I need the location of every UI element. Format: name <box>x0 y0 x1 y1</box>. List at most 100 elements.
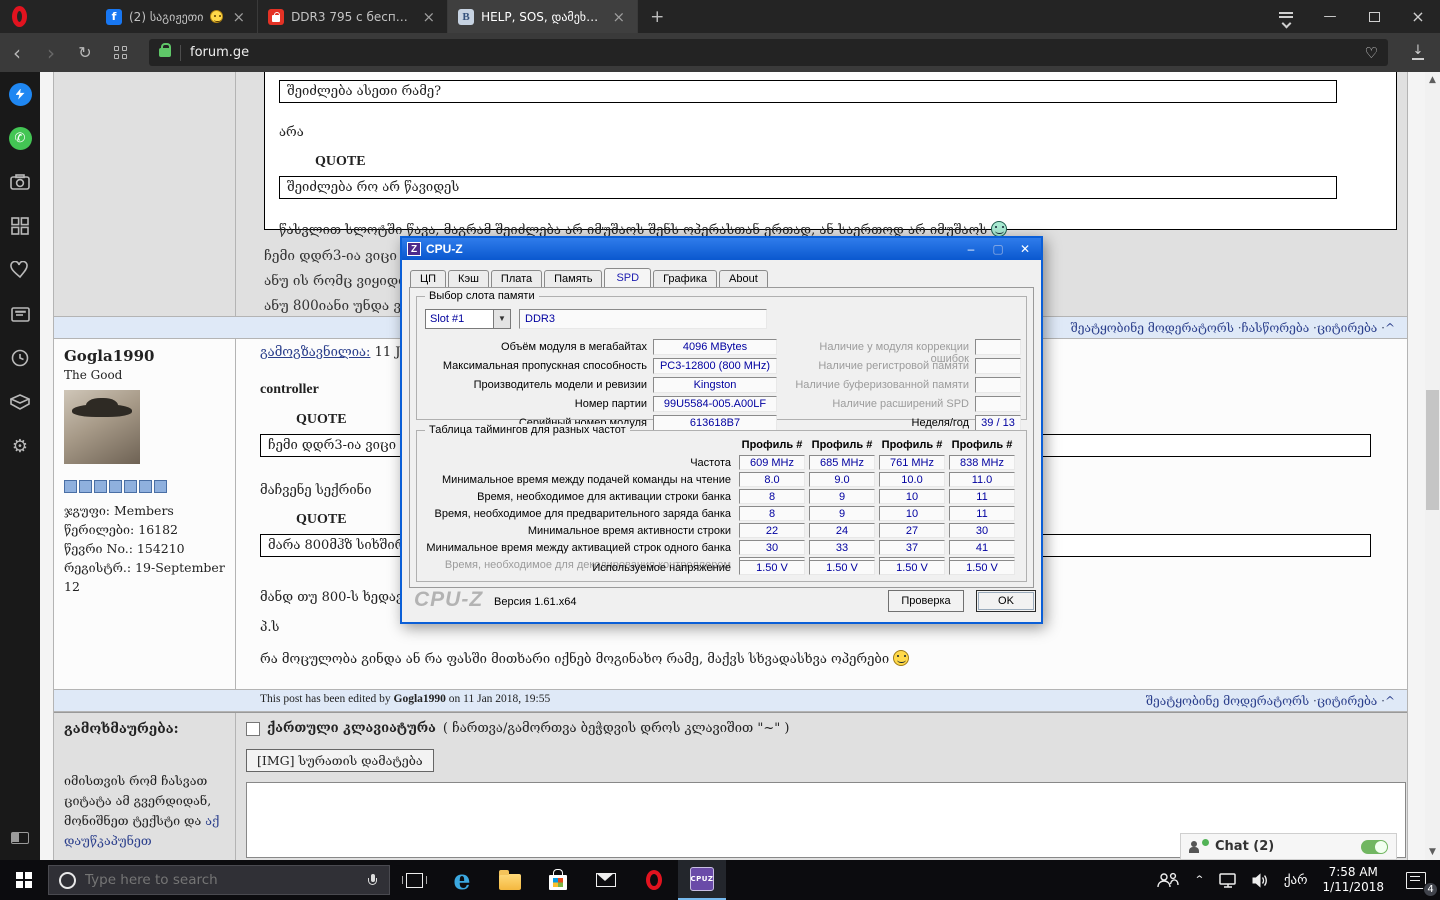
report-moderator-link[interactable]: შეატყობინე მოდერატორს <box>1071 321 1242 335</box>
tab-close-icon[interactable]: × <box>610 8 627 26</box>
memory-slot-select[interactable]: Slot #1 ▼ <box>425 309 511 329</box>
edge-taskbar-icon[interactable]: e <box>438 860 486 900</box>
tab-ddr3-shop[interactable]: DDR3 795 с бесплатной д × <box>258 0 448 33</box>
timing-row-label: Время, необходимое для предварительного … <box>421 508 731 520</box>
window-close-button[interactable]: × <box>1396 0 1440 33</box>
tab-close-icon[interactable]: × <box>420 8 437 26</box>
quote-box: შეიძლება რო არ წავიდეს <box>279 176 1337 199</box>
tab-menu-icon[interactable] <box>1264 0 1308 33</box>
timing-row-label: Минимальное время активности строки <box>421 525 731 537</box>
forward-button[interactable]: › <box>34 43 68 63</box>
window-maximize-button[interactable] <box>1352 0 1396 33</box>
author-member-number: წევრი No.: 154210 <box>64 539 225 558</box>
edit-link[interactable]: ჩასწორება <box>1242 321 1317 335</box>
bookmarks-heart-icon[interactable] <box>0 248 40 292</box>
downloads-icon[interactable]: ↓ <box>1396 46 1440 60</box>
forum-favicon: B <box>458 9 474 25</box>
quote-link[interactable]: ციტირება <box>1317 321 1385 335</box>
cpuz-maximize-button[interactable]: ▢ <box>987 241 1009 257</box>
field-label: Номер партии <box>425 398 647 410</box>
browser-address-bar: ‹ › ↻ forum.ge ♡ ↓ <box>0 33 1440 72</box>
people-tray-icon[interactable] <box>1149 860 1187 900</box>
sidebar-toggle-icon[interactable] <box>11 832 29 844</box>
group-label: Выбор слота памяти <box>425 290 539 302</box>
tab-facebook[interactable]: f (2) საგიჟეთი × <box>96 0 258 33</box>
task-view-button[interactable] <box>390 860 438 900</box>
tab-close-icon[interactable]: × <box>230 8 247 26</box>
language-indicator[interactable]: ქარ <box>1277 860 1315 900</box>
action-center-icon[interactable]: 4 <box>1392 860 1440 900</box>
georgian-keyboard-checkbox[interactable] <box>246 722 260 736</box>
posted-link[interactable]: გამოგზავნილია: <box>260 345 370 360</box>
cpuz-tab-memory[interactable]: Память <box>544 270 602 288</box>
tab-forum-active[interactable]: B HELP, SOS, დამეხმარეთ × <box>448 0 638 33</box>
author-name[interactable]: Gogla1990 <box>64 347 225 365</box>
opera-logo-icon[interactable] <box>12 6 27 27</box>
timing-cell: 11 <box>949 506 1015 521</box>
cpuz-tab-mainboard[interactable]: Плата <box>491 270 542 288</box>
cpuz-tab-graphics[interactable]: Графика <box>653 270 717 288</box>
personal-news-icon[interactable] <box>0 292 40 336</box>
edited-note: This post has been edited by <box>260 693 394 705</box>
page-scrollbar[interactable]: ▲ ▼ <box>1425 72 1440 860</box>
cpuz-tab-cpu[interactable]: ЦП <box>410 270 446 288</box>
cpuz-tab-cache[interactable]: Кэш <box>448 270 489 288</box>
cpuz-tab-spd[interactable]: SPD <box>604 268 651 289</box>
speed-dial-icon[interactable] <box>0 204 40 248</box>
messenger-icon[interactable] <box>0 72 40 116</box>
timing-cell: 11 <box>949 489 1015 504</box>
windows-logo-icon <box>16 872 32 888</box>
speed-dial-icon[interactable] <box>114 46 127 59</box>
cpuz-title-bar[interactable]: Z CPU-Z – ▢ ✕ <box>402 238 1041 260</box>
scroll-up-arrow[interactable]: ▲ <box>1425 72 1440 88</box>
post-text: რა მოცულობა გინდა ან რა ფასში მითხარი იქ… <box>260 652 889 667</box>
search-input[interactable] <box>85 872 359 888</box>
store-taskbar-icon[interactable] <box>534 860 582 900</box>
voltage-cell: 1.50 V <box>949 560 1015 575</box>
chat-person-icon <box>1189 841 1200 853</box>
timing-cell: 9 <box>809 506 875 521</box>
reply-label: გამოხმაურება: <box>64 721 225 737</box>
start-button[interactable] <box>0 860 48 900</box>
dropdown-arrow-icon[interactable]: ▼ <box>493 310 510 328</box>
scrollbar-thumb[interactable] <box>1426 390 1439 510</box>
reload-button[interactable]: ↻ <box>68 43 102 63</box>
tray-time: 7:58 AM <box>1329 865 1378 880</box>
timing-cell: 9.0 <box>809 472 875 487</box>
timing-row-label: Время, необходимое для активации строки … <box>421 491 731 503</box>
show-hidden-icons-chevron[interactable]: ⌃ <box>1187 864 1212 896</box>
new-tab-button[interactable]: + <box>638 0 676 33</box>
field-label-disabled: Наличие буферизованной памяти <box>783 379 969 391</box>
facebook-chat-bar[interactable]: Chat (2) <box>1180 833 1397 860</box>
timing-cell: 30 <box>949 523 1015 538</box>
cpuz-tab-about[interactable]: About <box>719 270 768 288</box>
cpuz-close-button[interactable]: ✕ <box>1014 241 1036 257</box>
cpuz-minimize-button[interactable]: – <box>960 241 982 257</box>
extensions-box-icon[interactable] <box>0 380 40 424</box>
scroll-down-arrow[interactable]: ▼ <box>1425 844 1440 860</box>
volume-tray-icon[interactable] <box>1245 860 1277 900</box>
address-field[interactable]: forum.ge ♡ <box>149 39 1388 66</box>
secure-lock-icon[interactable] <box>159 48 171 57</box>
whatsapp-icon[interactable]: ✆ <box>0 116 40 160</box>
add-image-button[interactable]: [IMG] სურათის დამატება <box>246 749 434 772</box>
top-link[interactable]: ^ <box>1385 321 1395 335</box>
snapshot-camera-icon[interactable] <box>0 160 40 204</box>
tray-date: 1/11/2018 <box>1322 880 1384 895</box>
settings-gear-icon[interactable]: ⚙ <box>0 424 40 468</box>
history-clock-icon[interactable] <box>0 336 40 380</box>
clock-tray[interactable]: 7:58 AM 1/11/2018 <box>1314 865 1392 895</box>
file-explorer-taskbar-icon[interactable] <box>486 860 534 900</box>
bookmark-heart-icon[interactable]: ♡ <box>1365 44 1378 62</box>
chat-toggle[interactable] <box>1361 840 1388 854</box>
back-button[interactable]: ‹ <box>0 43 34 63</box>
taskbar-search-box[interactable] <box>48 865 390 895</box>
microphone-icon[interactable] <box>368 874 377 887</box>
network-tray-icon[interactable] <box>1212 860 1245 900</box>
opera-taskbar-icon[interactable] <box>630 860 678 900</box>
mail-taskbar-icon[interactable] <box>582 860 630 900</box>
ok-button[interactable]: OK <box>976 590 1036 612</box>
cpuz-taskbar-icon[interactable]: CPUZ <box>678 860 726 900</box>
window-minimize-button[interactable]: — <box>1308 0 1352 33</box>
validate-button[interactable]: Проверка <box>888 590 964 612</box>
